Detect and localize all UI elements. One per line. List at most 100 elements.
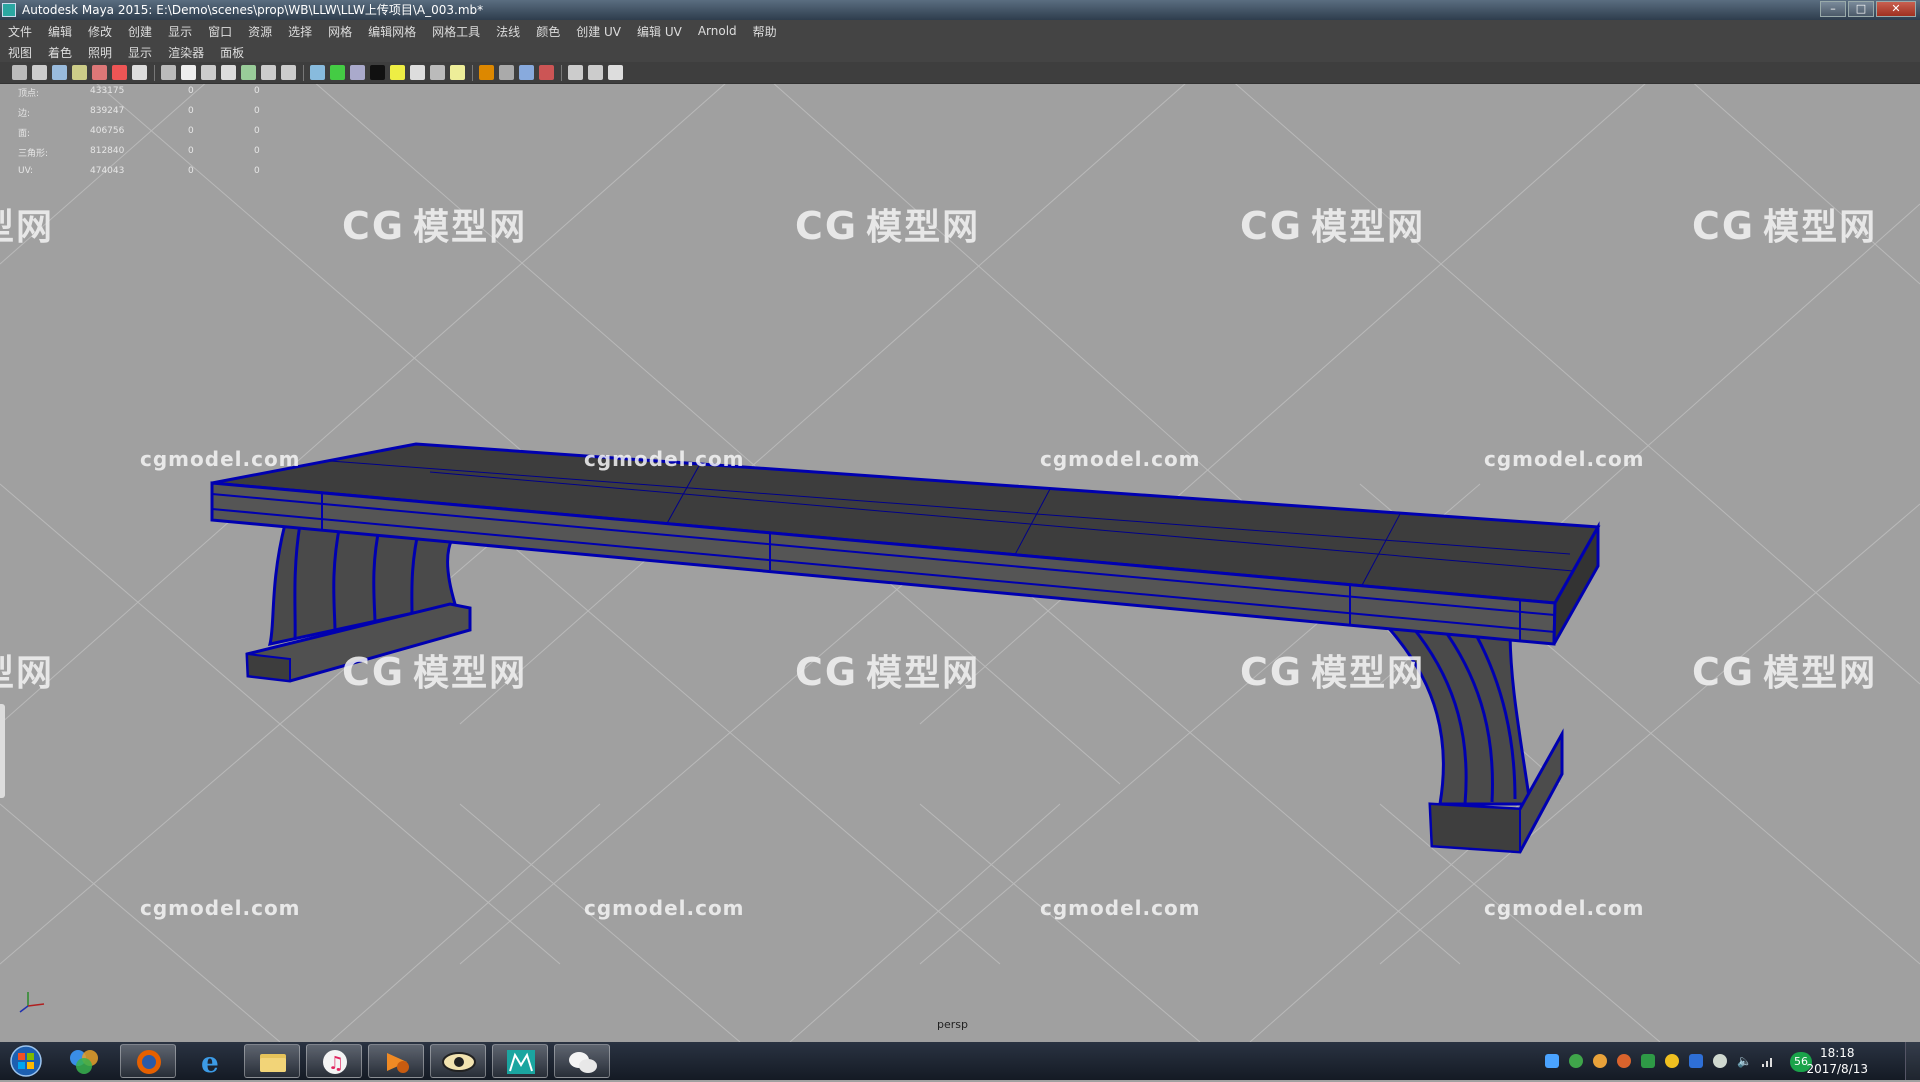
default-material-icon[interactable] (350, 65, 365, 80)
watermark-site-text: cgmodel.com (1040, 896, 1201, 920)
main-menu-item[interactable]: 编辑网格 (360, 23, 424, 40)
toolbar-separator (561, 64, 562, 81)
main-menu-item[interactable]: 创建 (120, 23, 160, 40)
xray-joints-icon[interactable] (568, 65, 583, 80)
main-menu-item[interactable]: 创建 UV (568, 23, 629, 40)
chrome-tray-icon[interactable] (1569, 1054, 1583, 1068)
start-orb-icon[interactable] (6, 1044, 46, 1078)
firefox-icon[interactable] (120, 1044, 176, 1078)
watermark-site-text: cgmodel.com (584, 896, 745, 920)
photoshop-icon[interactable] (56, 1044, 112, 1078)
film-gate-icon[interactable] (161, 65, 176, 80)
grease-pencil-icon[interactable] (112, 65, 127, 80)
close-button[interactable]: ✕ (1876, 1, 1916, 17)
clock-time: 18:18 (1819, 1046, 1855, 1060)
hud-total: 812840 (90, 146, 125, 156)
main-menu-item[interactable]: 显示 (160, 23, 200, 40)
wireframe-on-shaded-icon[interactable] (330, 65, 345, 80)
antivirus-tray-icon[interactable] (1641, 1054, 1655, 1068)
share-icon[interactable] (608, 65, 623, 80)
watermark-logo-text: 模型网 (1763, 653, 1878, 694)
persp-viewport[interactable]: 顶点: 433175 0 0 边: 839247 0 0 面: 406756 0 0 三角形: 81284… (0, 84, 1920, 1042)
use-all-lights-icon[interactable] (390, 65, 405, 80)
2d-pan-icon[interactable] (92, 65, 107, 80)
xray-component-icon[interactable] (588, 65, 603, 80)
camera-attr-icon[interactable] (12, 65, 27, 80)
watermark-site-text: cgmodel.com (1484, 447, 1645, 471)
volume-icon[interactable]: 🔈 (1737, 1054, 1752, 1068)
watermark-logo: CG 模型网 (342, 644, 527, 696)
shadows-icon[interactable] (410, 65, 425, 80)
hud-label: 顶点: (18, 89, 40, 99)
camera-lock-icon[interactable] (32, 65, 47, 80)
plus-tray-icon[interactable] (1665, 1054, 1679, 1068)
grid-icon[interactable] (132, 65, 147, 80)
main-menu-item[interactable]: 网格 (320, 23, 360, 40)
hud-label: 面: (18, 129, 31, 139)
screen-space-ao-icon[interactable] (430, 65, 445, 80)
main-menu-item[interactable]: 编辑 UV (629, 23, 690, 40)
resolution-gate-icon[interactable] (181, 65, 196, 80)
wechat-tray-icon[interactable] (1713, 1054, 1727, 1068)
main-menu-item[interactable]: 帮助 (745, 23, 785, 40)
multisample-aa-icon[interactable] (479, 65, 494, 80)
depth-of-field-icon[interactable] (499, 65, 514, 80)
toolbox-drag-handle[interactable] (0, 704, 5, 798)
bookmark-icon[interactable] (52, 65, 67, 80)
security-shield-icon[interactable] (1545, 1054, 1559, 1068)
main-menu-item[interactable]: 修改 (80, 23, 120, 40)
main-menu-item[interactable]: 窗口 (200, 23, 240, 40)
isolate-select-icon[interactable] (519, 65, 534, 80)
main-menu-item[interactable]: 编辑 (40, 23, 80, 40)
eye-viewer-icon[interactable] (430, 1044, 486, 1078)
main-menu-item[interactable]: 颜色 (528, 23, 568, 40)
itunes-icon[interactable]: ♫ (306, 1044, 362, 1078)
main-menu-item[interactable]: 资源 (240, 23, 280, 40)
watermark-logo-text: 模型网 (1763, 207, 1878, 248)
panel-menu-item[interactable]: 视图 (0, 44, 40, 61)
minimize-button[interactable]: – (1820, 1, 1846, 17)
main-menu-item[interactable]: 网格工具 (424, 23, 488, 40)
watermark-logo-mark: CG (1692, 650, 1756, 694)
hud-total: 406756 (90, 126, 125, 136)
main-menu-item[interactable]: Arnold (690, 24, 745, 38)
wireframe-icon[interactable] (281, 65, 296, 80)
hud-selected: 0 (188, 166, 194, 176)
safe-title-icon[interactable] (261, 65, 276, 80)
system-clock[interactable]: 18:18 2017/8/13 (1806, 1045, 1868, 1077)
watermark-site-text: cgmodel.com (140, 896, 301, 920)
internet-explorer-icon[interactable]: e (184, 1044, 240, 1079)
media-player-icon[interactable] (368, 1044, 424, 1078)
hud-total: 474043 (90, 166, 125, 176)
panel-menu-item[interactable]: 着色 (40, 44, 80, 61)
main-menu-item[interactable]: 选择 (280, 23, 320, 40)
hud-selected: 0 (188, 86, 194, 96)
xray-icon[interactable] (539, 65, 554, 80)
panel-menu-item[interactable]: 照明 (80, 44, 120, 61)
image-plane-icon[interactable] (72, 65, 87, 80)
gate-mask-icon[interactable] (201, 65, 216, 80)
file-explorer-icon[interactable] (244, 1044, 300, 1078)
panel-menu-item[interactable]: 面板 (212, 44, 252, 61)
main-menu-bar: 文件 编辑 修改 创建 显示 窗口 资源 选择 网格 编辑网格 网格工具 法线 颜色 创建 UV 编辑 UV… (0, 20, 1920, 42)
maximize-button[interactable]: □ (1848, 1, 1874, 17)
watermark-logo-mark: CG (795, 650, 859, 694)
media-tray-icon[interactable] (1617, 1054, 1631, 1068)
wechat-icon[interactable] (554, 1044, 610, 1078)
autodesk-tray-icon[interactable] (1689, 1054, 1703, 1068)
main-menu-item[interactable]: 文件 (0, 23, 40, 40)
motion-blur-icon[interactable] (450, 65, 465, 80)
texture-icon[interactable] (370, 65, 385, 80)
network-icon[interactable] (1761, 1054, 1775, 1068)
smooth-shade-icon[interactable] (310, 65, 325, 80)
panel-menu-item[interactable]: 渲染器 (160, 44, 212, 61)
watermark-site-text: cgmodel.com (584, 447, 745, 471)
show-desktop-button[interactable] (1905, 1042, 1920, 1080)
panel-menu-item[interactable]: 显示 (120, 44, 160, 61)
safe-action-icon[interactable] (241, 65, 256, 80)
main-menu-item[interactable]: 法线 (488, 23, 528, 40)
maya-icon[interactable] (492, 1044, 548, 1078)
field-chart-icon[interactable] (221, 65, 236, 80)
hud-label: 边: (18, 109, 31, 119)
update-tray-icon[interactable] (1593, 1054, 1607, 1068)
